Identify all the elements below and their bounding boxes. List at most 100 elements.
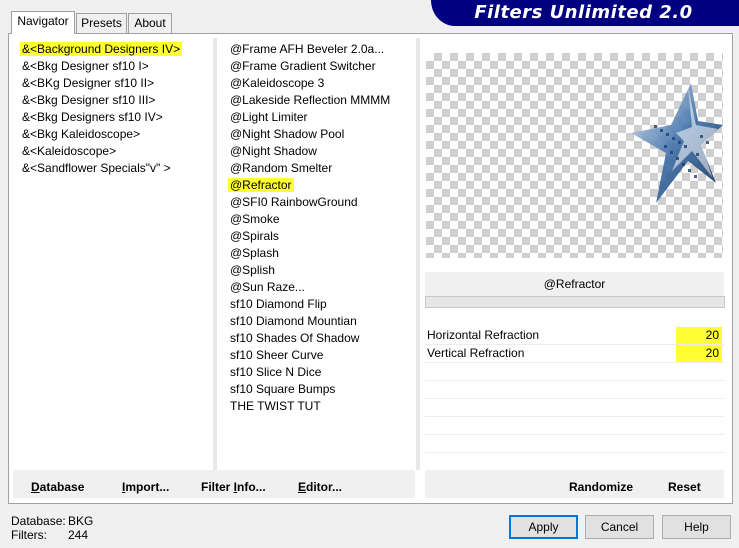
list-item-label: @Random Smelter bbox=[230, 161, 333, 175]
filter-info-button-label-rest: nfo... bbox=[237, 480, 266, 494]
list-item[interactable]: @Smoke bbox=[228, 211, 282, 228]
help-button[interactable]: Help bbox=[662, 515, 731, 539]
list-item[interactable]: @Spirals bbox=[228, 228, 281, 245]
list-item-label: @Refractor bbox=[228, 178, 294, 192]
list-item[interactable]: @Light Limiter bbox=[228, 109, 310, 126]
filter-info-button-label: Filter bbox=[201, 480, 234, 494]
list-item[interactable]: @Frame AFH Beveler 2.0a... bbox=[228, 41, 386, 58]
list-item-label: @Spirals bbox=[230, 229, 279, 243]
tab-about[interactable]: About bbox=[128, 13, 172, 33]
list-item[interactable]: sf10 Square Bumps bbox=[228, 381, 337, 398]
editor-button-accel: E bbox=[298, 480, 307, 494]
list-item-label: &<Bkg Designer sf10 I> bbox=[22, 59, 149, 73]
list-item-label: @Kaleidoscope 3 bbox=[230, 76, 325, 90]
list-item-label: &<Background Designers IV> bbox=[20, 42, 183, 56]
list-item[interactable]: &<Sandflower Specials"v" > bbox=[20, 160, 173, 177]
preview-image bbox=[631, 83, 723, 203]
filter-preview bbox=[426, 53, 723, 258]
param-value-slider[interactable]: 20 bbox=[676, 345, 722, 362]
list-item-label: @Night Shadow Pool bbox=[230, 127, 345, 141]
param-row-empty bbox=[425, 399, 724, 417]
tab-presets[interactable]: Presets bbox=[76, 13, 127, 33]
list-item-label: @SFI0 RainbowGround bbox=[230, 195, 358, 209]
list-item[interactable]: @SFI0 RainbowGround bbox=[228, 194, 360, 211]
param-label: Vertical Refraction bbox=[427, 346, 525, 360]
status-database-label: Database: bbox=[11, 514, 66, 528]
filter-list[interactable]: @Frame AFH Beveler 2.0a... @Frame Gradien… bbox=[228, 38, 414, 468]
list-item[interactable]: @Lakeside Reflection MMMM bbox=[228, 92, 392, 109]
list-item[interactable]: &<Bkg Kaleidoscope> bbox=[20, 126, 142, 143]
param-value-slider[interactable]: 20 bbox=[676, 327, 722, 344]
list-item-label: @Lakeside Reflection MMMM bbox=[230, 93, 391, 107]
param-row-empty bbox=[425, 381, 724, 399]
editor-button[interactable]: Editor... bbox=[298, 480, 342, 494]
list-item-label: sf10 Sheer Curve bbox=[230, 348, 324, 362]
list-item[interactable]: @Sun Raze... bbox=[228, 279, 307, 296]
list-item-label: &<Bkg Kaleidoscope> bbox=[22, 127, 141, 141]
list-item[interactable]: sf10 Shades Of Shadow bbox=[228, 330, 361, 347]
status-filters-label: Filters: bbox=[11, 528, 47, 542]
current-filter-name: @Refractor bbox=[425, 272, 724, 296]
list-item[interactable]: sf10 Diamond Flip bbox=[228, 296, 329, 313]
list-item-label: @Sun Raze... bbox=[230, 280, 305, 294]
import-button-label: mport... bbox=[125, 480, 170, 494]
import-button[interactable]: Import... bbox=[122, 480, 169, 494]
list-item-label: &<BKg Designer sf10 II> bbox=[22, 76, 155, 90]
list-item-label: &<Bkg Designers sf10 IV> bbox=[22, 110, 163, 124]
randomize-button[interactable]: Randomize bbox=[569, 480, 633, 494]
list-item[interactable]: @Refractor bbox=[228, 177, 294, 194]
list-item[interactable]: &<Background Designers IV> bbox=[20, 41, 183, 58]
reset-button[interactable]: Reset bbox=[668, 480, 701, 494]
list-item-label: @Night Shadow bbox=[230, 144, 317, 158]
list-item[interactable]: @Splash bbox=[228, 245, 281, 262]
filter-info-button[interactable]: Filter Info... bbox=[201, 480, 266, 494]
title-banner: Filters Unlimited 2.0 bbox=[431, 0, 739, 26]
list-item[interactable]: &<Bkg Designer sf10 III> bbox=[20, 92, 157, 109]
list-item-label: @Splash bbox=[230, 246, 279, 260]
list-item[interactable]: THE TWIST TUT bbox=[228, 398, 323, 415]
list-item-label: &<Bkg Designer sf10 III> bbox=[22, 93, 156, 107]
list-item[interactable]: @Random Smelter bbox=[228, 160, 334, 177]
list-item-label: @Light Limiter bbox=[230, 110, 308, 124]
list-item[interactable]: @Night Shadow Pool bbox=[228, 126, 346, 143]
list-item[interactable]: &<BKg Designer sf10 II> bbox=[20, 75, 156, 92]
list-item[interactable]: sf10 Sheer Curve bbox=[228, 347, 325, 364]
cancel-button[interactable]: Cancel bbox=[585, 515, 654, 539]
status-database-value: BKG bbox=[68, 514, 94, 528]
status-filters-value: 244 bbox=[68, 528, 89, 542]
database-button[interactable]: Database bbox=[31, 480, 84, 494]
param-row-empty bbox=[425, 417, 724, 435]
param-row-empty bbox=[425, 435, 724, 453]
list-item-label: sf10 Diamond Flip bbox=[230, 297, 327, 311]
list-item[interactable]: @Night Shadow bbox=[228, 143, 319, 160]
list-item[interactable]: @Splish bbox=[228, 262, 277, 279]
list-item-label: &<Sandflower Specials"v" > bbox=[22, 161, 171, 175]
list-divider bbox=[213, 38, 217, 470]
list-item[interactable]: @Frame Gradient Switcher bbox=[228, 58, 378, 75]
param-label: Horizontal Refraction bbox=[427, 328, 540, 342]
list-item-label: @Splish bbox=[230, 263, 275, 277]
list-item[interactable]: @Kaleidoscope 3 bbox=[228, 75, 326, 92]
progress-bar bbox=[425, 296, 725, 308]
list-item-label: @Frame Gradient Switcher bbox=[230, 59, 376, 73]
apply-button[interactable]: Apply bbox=[509, 515, 578, 539]
list-item[interactable]: &<Bkg Designers sf10 IV> bbox=[20, 109, 165, 126]
list-item[interactable]: sf10 Diamond Mountian bbox=[228, 313, 359, 330]
param-row-empty bbox=[425, 363, 724, 381]
list-item[interactable]: sf10 Slice N Dice bbox=[228, 364, 323, 381]
database-button-accel: D bbox=[31, 480, 40, 494]
list-item[interactable]: &<Kaleidoscope> bbox=[20, 143, 118, 160]
list-item-label: @Frame AFH Beveler 2.0a... bbox=[230, 42, 385, 56]
editor-button-label: ditor... bbox=[306, 480, 343, 494]
tab-navigator[interactable]: Navigator bbox=[11, 11, 75, 34]
app-title: Filters Unlimited 2.0 bbox=[474, 2, 693, 23]
list-item-label: sf10 Shades Of Shadow bbox=[230, 331, 360, 345]
category-list[interactable]: &<Background Designers IV> &<Bkg Designer… bbox=[20, 38, 212, 468]
database-button-label: atabase bbox=[39, 480, 85, 494]
list-item-label: sf10 Diamond Mountian bbox=[230, 314, 357, 328]
list-item-label: sf10 Slice N Dice bbox=[230, 365, 322, 379]
list-divider bbox=[416, 38, 420, 470]
list-item[interactable]: &<Bkg Designer sf10 I> bbox=[20, 58, 151, 75]
param-row-vertical-refraction: Vertical Refraction 20 bbox=[425, 345, 724, 363]
param-row-horizontal-refraction: Horizontal Refraction 20 bbox=[425, 327, 724, 345]
